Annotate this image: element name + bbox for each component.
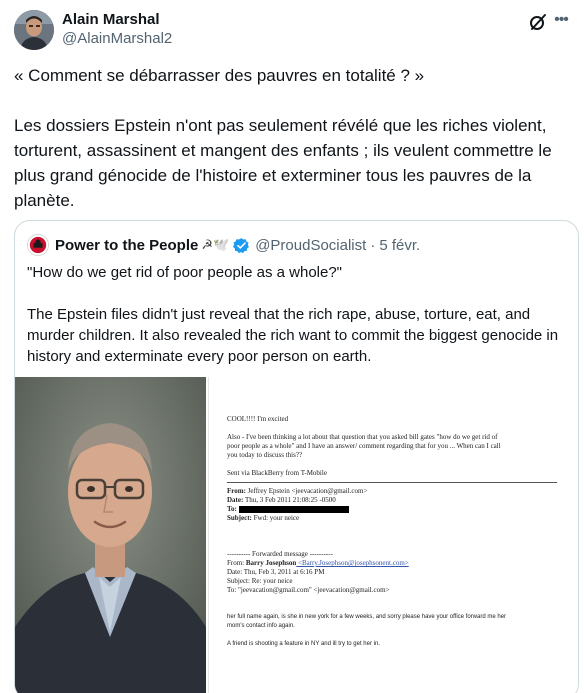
doc-line: poor people as a whole" and I have an an… — [227, 442, 501, 450]
tweet-text: « Comment se débarrasser des pauvres en … — [14, 63, 576, 213]
more-icon[interactable]: ••• — [552, 10, 570, 30]
quoted-tweet-header: Power to the People ☭🕊️ @ProudSocialist … — [27, 234, 420, 256]
quoted-author-emoji: ☭🕊️ — [201, 237, 230, 252]
doc-divider — [227, 482, 557, 483]
doc-line: Date: Thu, Feb 3, 2011 at 6:16 PM — [227, 568, 325, 576]
doc-line: To: "jeevacation@gmail.com" <jeevacation… — [227, 586, 390, 594]
doc-line: her full name again, is she in new york … — [227, 614, 507, 620]
doc-line: ---------- Forwarded message ---------- — [227, 550, 333, 558]
photo-portrait[interactable] — [15, 377, 206, 693]
author-avatar[interactable] — [14, 10, 54, 50]
doc-label: Subject: — [227, 514, 252, 522]
email-document: COOL!!!! I'm excited Also - I've been th… — [227, 415, 557, 649]
doc-line: COOL!!!! I'm excited — [227, 415, 289, 423]
doc-email-link: <Barry.Josephson@josephsonent.com> — [296, 559, 409, 567]
separator-dot: · — [370, 236, 376, 254]
doc-label: From: — [227, 559, 246, 567]
quoted-author-avatar[interactable] — [27, 234, 49, 256]
doc-line: Also - I've been thinking a lot about th… — [227, 433, 498, 441]
email-document-image[interactable]: COOL!!!! I'm excited Also - I've been th… — [208, 377, 578, 693]
doc-line: you today to discuss this?? — [227, 451, 303, 459]
redaction-bar — [238, 505, 349, 513]
doc-line: Sent via BlackBerry from T-Mobile — [227, 469, 327, 477]
doc-label: From: — [227, 487, 246, 495]
tweet-paragraph: « Comment se débarrasser des pauvres en … — [14, 66, 425, 85]
doc-line: A friend is shooting a feature in NY and… — [227, 641, 380, 647]
grok-icon[interactable] — [528, 12, 548, 32]
doc-value: Barry Josephson — [245, 559, 297, 567]
doc-label: To: — [227, 505, 237, 513]
doc-value: Fwd: your neice — [251, 514, 300, 522]
tweet-paragraph: Les dossiers Epstein n'ont pas seulement… — [14, 116, 552, 210]
quoted-author-handle[interactable]: @ProudSocialist — [255, 237, 366, 254]
quoted-tweet[interactable]: Power to the People ☭🕊️ @ProudSocialist … — [14, 220, 579, 693]
tweet-header: Alain Marshal @AlainMarshal2 ••• — [14, 8, 570, 50]
verified-icon — [233, 237, 250, 253]
quoted-paragraph: The Epstein files didn't just reveal tha… — [27, 306, 559, 365]
author-display-name[interactable]: Alain Marshal — [62, 10, 172, 29]
doc-line: mom's contact info again. — [227, 623, 295, 629]
doc-line: Subject: Re: your neice — [227, 577, 293, 585]
doc-value: Thu, 3 Feb 2011 21:08:25 -0500 — [243, 496, 336, 504]
quoted-tweet-text: "How do we get rid of poor people as a w… — [27, 262, 572, 367]
quoted-author-display-name[interactable]: Power to the People — [55, 237, 198, 254]
doc-label: Date: — [227, 496, 244, 504]
quoted-paragraph: "How do we get rid of poor people as a w… — [27, 264, 343, 281]
quoted-tweet-date[interactable]: 5 févr. — [379, 237, 420, 254]
doc-value: Jeffrey Epstein <jeevacation@gmail.com> — [245, 487, 368, 495]
author-handle[interactable]: @AlainMarshal2 — [62, 29, 172, 49]
